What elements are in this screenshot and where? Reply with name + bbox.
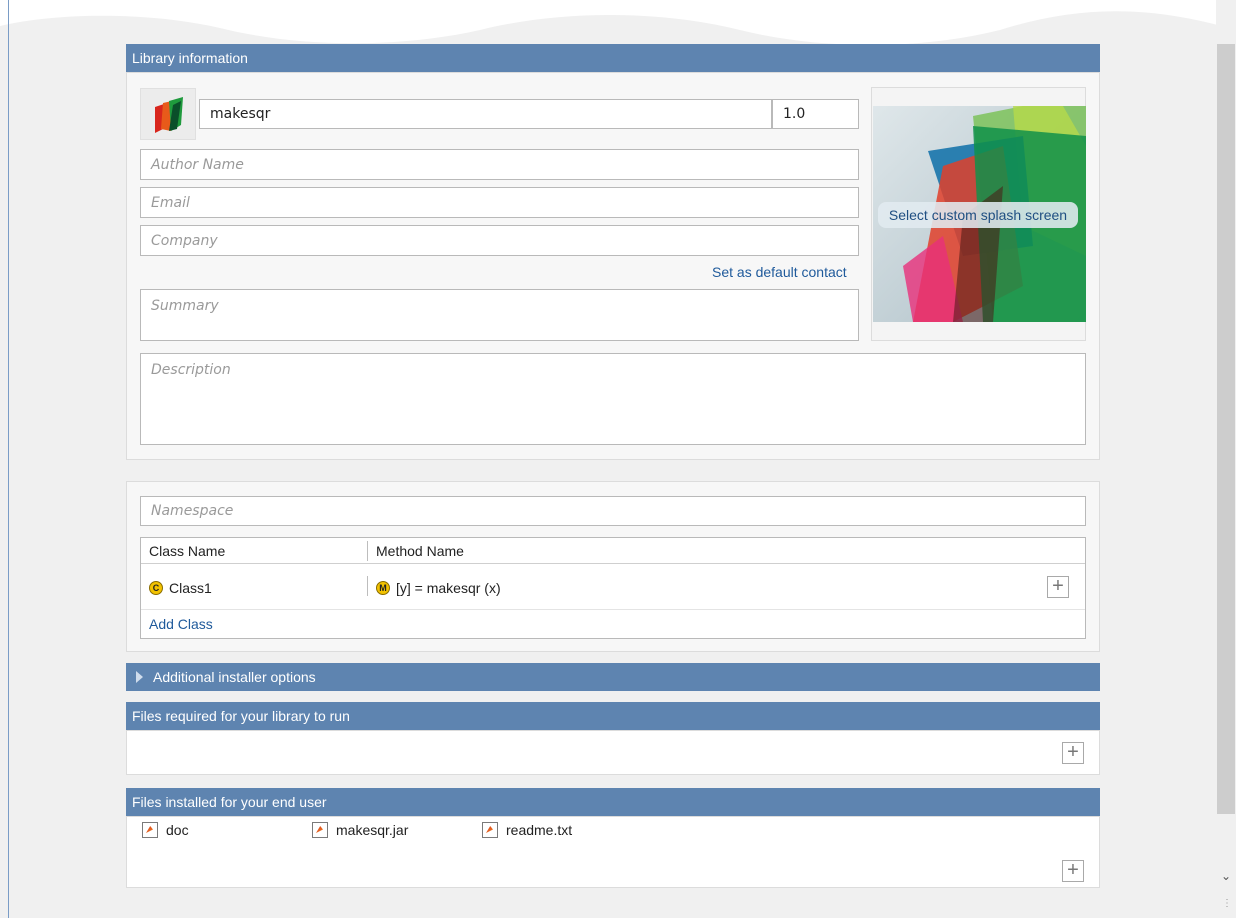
row-column-divider <box>367 576 368 596</box>
file-icon <box>312 822 328 838</box>
version-field[interactable]: 1.0 <box>772 99 859 129</box>
email-field[interactable]: Email <box>140 187 859 218</box>
files-required-panel: + <box>126 730 1100 775</box>
method-icon: M <box>376 581 390 595</box>
description-field[interactable]: Description <box>140 353 1086 445</box>
file-item-doc[interactable]: doc <box>142 822 189 838</box>
plus-icon: + <box>1067 741 1079 763</box>
class-name: Class1 <box>169 580 212 596</box>
vertical-scrollbar[interactable] <box>1216 0 1236 918</box>
library-name-value: makesqr <box>210 106 271 122</box>
additional-installer-options-title: Additional installer options <box>153 669 316 685</box>
library-name-field[interactable]: makesqr <box>199 99 772 129</box>
files-installed-title: Files installed for your end user <box>132 794 327 810</box>
file-name: makesqr.jar <box>336 822 409 838</box>
plus-icon: + <box>1052 575 1064 597</box>
author-name-field[interactable]: Author Name <box>140 149 859 180</box>
left-border-line <box>8 0 9 918</box>
additional-installer-options-header[interactable]: Additional installer options <box>126 663 1100 691</box>
matlab-app-icon <box>155 97 183 133</box>
file-icon <box>482 822 498 838</box>
scrollbar-thumb[interactable] <box>1217 44 1235 814</box>
method-signature: [y] = makesqr (x) <box>396 580 501 596</box>
file-item-makesqr-jar[interactable]: makesqr.jar <box>312 822 408 838</box>
namespace-field[interactable]: Namespace <box>140 496 1086 526</box>
expand-triangle-icon <box>136 671 143 683</box>
namespace-placeholder: Namespace <box>151 503 234 519</box>
company-placeholder: Company <box>151 232 218 249</box>
add-class-link[interactable]: Add Class <box>149 616 213 632</box>
set-default-contact-link[interactable]: Set as default contact <box>712 264 847 280</box>
files-installed-panel: + <box>126 816 1100 888</box>
summary-field[interactable]: Summary <box>140 289 859 341</box>
select-custom-splash-button[interactable]: Select custom splash screen <box>878 202 1078 228</box>
resize-grip-icon[interactable]: ⋮⋮ <box>1222 899 1236 914</box>
class-table-header: Class Name Method Name <box>141 538 1085 564</box>
column-divider <box>367 541 368 561</box>
class-icon: C <box>149 581 163 595</box>
method-row[interactable]: M [y] = makesqr (x) <box>376 576 501 600</box>
files-required-title: Files required for your library to run <box>132 708 350 724</box>
file-icon <box>142 822 158 838</box>
row-divider <box>141 609 1085 610</box>
add-method-button[interactable]: + <box>1047 576 1069 598</box>
library-information-header: Library information <box>126 44 1100 72</box>
top-wave-decoration <box>0 0 1236 45</box>
plus-icon: + <box>1067 859 1079 881</box>
scroll-down-chevron-icon[interactable]: ⌄ <box>1218 868 1234 884</box>
add-required-file-button[interactable]: + <box>1062 742 1084 764</box>
description-placeholder: Description <box>151 362 231 378</box>
file-name: doc <box>166 822 189 838</box>
app-icon-button[interactable] <box>140 88 196 140</box>
class-table: Class Name Method Name C Class1 M [y] = … <box>140 537 1086 639</box>
email-placeholder: Email <box>151 194 190 211</box>
class-row-class1[interactable]: C Class1 <box>149 576 212 600</box>
splash-screen-area[interactable]: Select custom splash screen <box>871 87 1086 341</box>
library-information-title: Library information <box>132 50 248 66</box>
file-item-readme-txt[interactable]: readme.txt <box>482 822 572 838</box>
method-name-column-header: Method Name <box>376 543 464 559</box>
add-installed-file-button[interactable]: + <box>1062 860 1084 882</box>
company-field[interactable]: Company <box>140 225 859 256</box>
files-required-header: Files required for your library to run <box>126 702 1100 730</box>
class-name-column-header: Class Name <box>149 543 226 559</box>
version-value: 1.0 <box>783 106 806 122</box>
summary-placeholder: Summary <box>151 298 219 314</box>
files-installed-header: Files installed for your end user <box>126 788 1100 816</box>
author-name-placeholder: Author Name <box>151 156 244 173</box>
file-name: readme.txt <box>506 822 573 838</box>
